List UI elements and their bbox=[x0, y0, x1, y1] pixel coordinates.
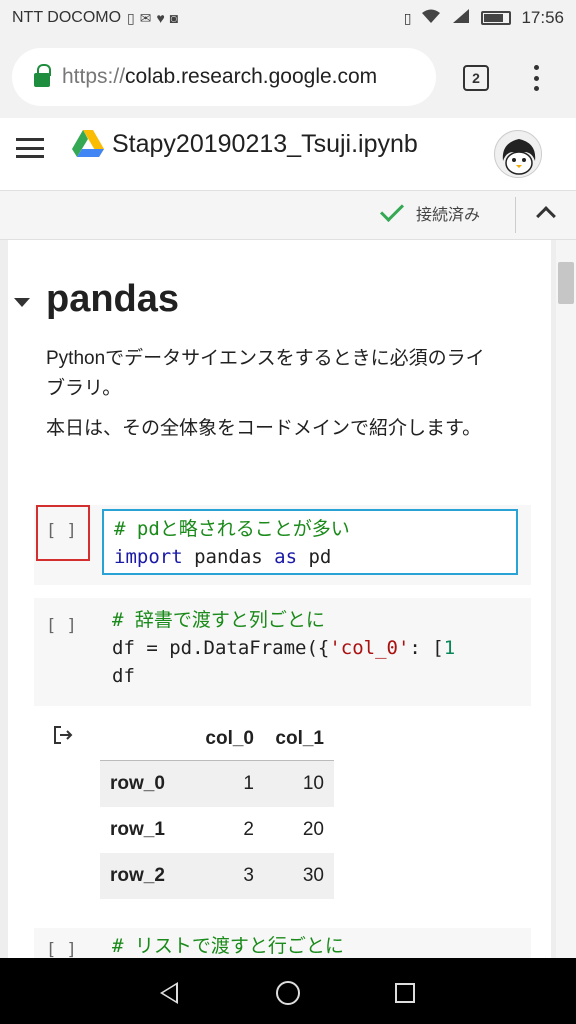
battery-icon bbox=[481, 11, 512, 25]
code-comment: # 辞書で渡すと列ごとに bbox=[112, 609, 325, 631]
connection-status[interactable]: 接続済み bbox=[379, 197, 481, 225]
section-heading: pandas bbox=[46, 278, 180, 320]
execution-count: [ ] bbox=[46, 521, 77, 541]
table-cell: 3 bbox=[243, 865, 254, 886]
notification-icons: ▯ ✉ ♥ ◙ bbox=[127, 10, 178, 27]
collapse-caret-icon[interactable] bbox=[14, 298, 30, 307]
output-icon[interactable] bbox=[52, 724, 74, 746]
notebook-header: Stapy20190213_Tsuji.ipynb bbox=[0, 118, 576, 190]
table-cell: 1 bbox=[243, 773, 254, 794]
execution-count: [ ] bbox=[46, 940, 77, 958]
back-icon[interactable] bbox=[160, 982, 178, 1004]
row-index: row_0 bbox=[110, 773, 165, 794]
markdown-paragraph: 本日は、その全体象をコードメインで紹介します。 bbox=[46, 418, 482, 439]
code-comment: # pdと略されることが多い bbox=[114, 518, 350, 540]
code-comment: # リストで渡すと行ごとに bbox=[112, 935, 344, 957]
sim-icon: ▯ bbox=[127, 9, 135, 26]
column-header bbox=[100, 718, 192, 761]
code-token: pandas bbox=[182, 546, 275, 568]
code-token: df bbox=[112, 665, 135, 687]
carrier-label: NTT DOCOMO bbox=[12, 9, 122, 26]
signal-icon bbox=[451, 8, 471, 29]
lock-icon bbox=[34, 64, 51, 87]
notebook-title[interactable]: Stapy20190213_Tsuji.ipynb bbox=[112, 130, 418, 159]
vibrate-icon: ▯ bbox=[403, 9, 412, 26]
table-header-row: col_0 col_1 bbox=[100, 718, 334, 761]
execution-count: [ ] bbox=[46, 616, 77, 636]
table-cell: 30 bbox=[302, 865, 324, 886]
code-text[interactable]: # 辞書で渡すと列ごとに df = pd.DataFrame({'col_0':… bbox=[112, 606, 455, 690]
table-cell: 10 bbox=[302, 773, 324, 794]
code-number: 1 bbox=[443, 637, 456, 659]
toolbar-divider bbox=[515, 197, 516, 233]
chevron-up-icon[interactable] bbox=[536, 206, 556, 226]
home-icon[interactable] bbox=[276, 981, 300, 1005]
code-text: # pdと略されることが多い import pandas as pd bbox=[114, 515, 350, 571]
notebook-toolbar: 接続済み bbox=[0, 190, 576, 240]
status-bar: NTT DOCOMO ▯ ✉ ♥ ◙ ▯ 17:56 bbox=[0, 0, 576, 36]
table-row: row_2 3 30 bbox=[100, 853, 334, 899]
url-scheme: https:// bbox=[62, 65, 126, 88]
code-string: 'col_0' bbox=[329, 637, 410, 659]
row-index: row_1 bbox=[110, 819, 165, 840]
table-row: row_0 1 10 bbox=[100, 760, 334, 807]
code-cell[interactable]: [ ] # リストで渡すと行ごとに bbox=[34, 928, 531, 958]
code-editor[interactable]: # pdと略されることが多い import pandas as pd bbox=[102, 509, 518, 575]
code-text[interactable]: # リストで渡すと行ごとに bbox=[112, 932, 344, 958]
browser-toolbar: https://colab.research.google.com 2 bbox=[0, 36, 576, 118]
code-token: df = pd.DataFrame({ bbox=[112, 637, 330, 659]
table-cell: 20 bbox=[302, 819, 324, 840]
tab-switcher-button[interactable]: 2 bbox=[463, 65, 489, 91]
dataframe-table: col_0 col_1 row_0 1 10 row_1 2 20 row_2 … bbox=[100, 718, 334, 899]
check-icon bbox=[379, 197, 405, 223]
column-header: col_0 bbox=[205, 728, 254, 749]
instagram-icon: ◙ bbox=[169, 10, 179, 26]
code-cell[interactable]: [ ] # pdと略されることが多い import pandas as pd bbox=[34, 505, 531, 585]
row-index: row_2 bbox=[110, 865, 165, 886]
code-keyword: import bbox=[114, 546, 183, 568]
table-cell: 2 bbox=[243, 819, 254, 840]
url-host: colab.research.google.com bbox=[125, 65, 378, 88]
menu-icon[interactable] bbox=[16, 138, 44, 158]
mail-icon: ✉ bbox=[139, 9, 152, 26]
address-bar[interactable]: https://colab.research.google.com bbox=[12, 48, 436, 106]
table-row: row_1 2 20 bbox=[100, 807, 334, 853]
connection-status-label: 接続済み bbox=[416, 207, 481, 224]
avatar[interactable] bbox=[494, 130, 542, 178]
notebook-content: pandas Pythonでデータサイエンスをするときに必須のライブラリ。 本日… bbox=[0, 240, 576, 958]
code-token: pd bbox=[297, 546, 332, 568]
google-drive-icon bbox=[72, 130, 104, 157]
scrollbar-track[interactable] bbox=[556, 240, 576, 958]
browser-menu-icon[interactable] bbox=[524, 62, 548, 94]
recent-apps-icon[interactable] bbox=[395, 983, 415, 1003]
wifi-icon bbox=[421, 8, 441, 29]
scrollbar-thumb[interactable] bbox=[558, 262, 574, 304]
code-token: : [ bbox=[409, 637, 444, 659]
column-header: col_1 bbox=[275, 728, 324, 749]
system-nav-bar bbox=[0, 958, 576, 1024]
code-keyword: as bbox=[274, 546, 298, 568]
markdown-paragraph: Pythonでデータサイエンスをするときに必須のライブラリ。 bbox=[46, 348, 485, 399]
code-cell[interactable]: [ ] # 辞書で渡すと列ごとに df = pd.DataFrame({'col… bbox=[34, 598, 531, 706]
clock: 17:56 bbox=[521, 8, 564, 27]
heart-icon: ♥ bbox=[156, 10, 165, 26]
